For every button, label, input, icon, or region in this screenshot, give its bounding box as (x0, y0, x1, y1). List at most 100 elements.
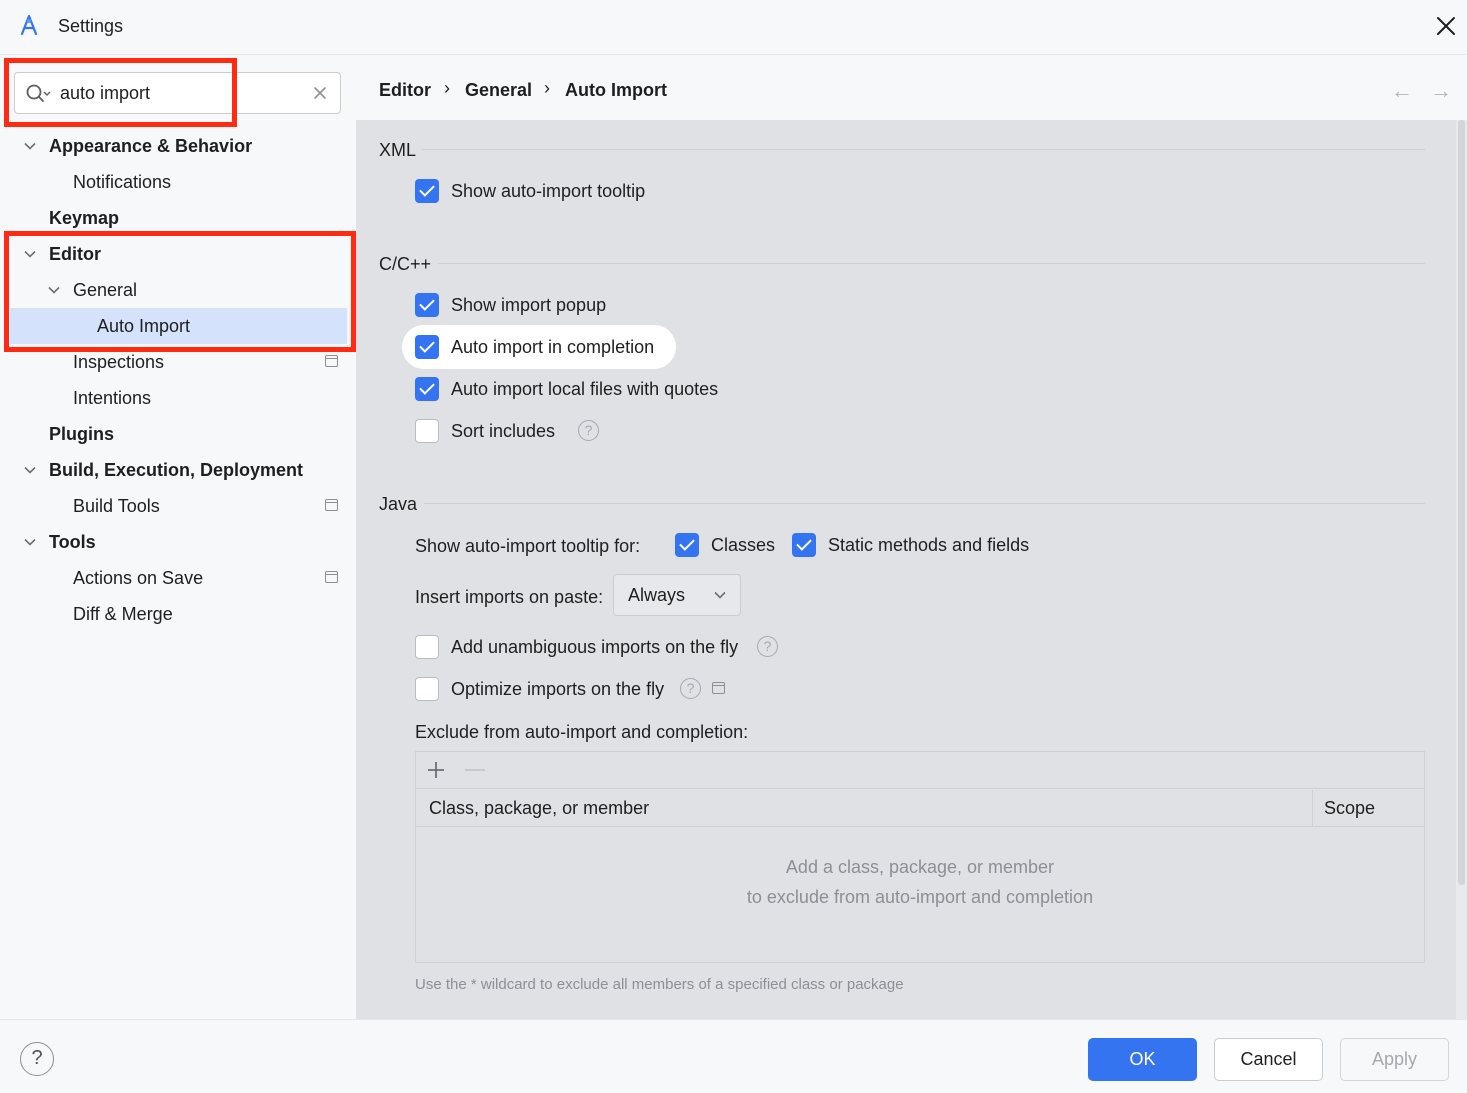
empty-table-text: Add a class, package, or member (785, 857, 1055, 877)
checkbox-unchecked[interactable] (415, 635, 439, 659)
help-icon[interactable]: ? (578, 420, 599, 441)
sidebar-item-editor[interactable]: Editor (0, 236, 355, 272)
chevron-down-icon[interactable] (23, 247, 37, 261)
chevron-down-icon[interactable] (23, 535, 37, 549)
settings-search[interactable] (14, 72, 341, 114)
column-header-class[interactable]: Class, package, or member (429, 798, 649, 819)
add-icon[interactable] (426, 760, 446, 780)
sidebar-item-label: Build Tools (73, 496, 160, 516)
breadcrumb: Editor › General › Auto Import ← → (356, 56, 1467, 120)
chevron-down-icon[interactable] (23, 139, 37, 153)
window-title: Settings (58, 16, 124, 36)
sidebar-item-plugins[interactable]: Plugins (0, 416, 355, 452)
sidebar-item-label: Keymap (49, 208, 120, 228)
option-label: Auto import in completion (451, 337, 655, 357)
sidebar-item-label: Tools (49, 532, 96, 552)
section-title-cpp: C/C++ (379, 254, 432, 274)
breadcrumb-separator: › (444, 78, 450, 98)
apply-button[interactable]: Apply (1340, 1038, 1449, 1081)
sidebar-item-actions-on-save[interactable]: Actions on Save (0, 560, 355, 596)
breadcrumb-general[interactable]: General (465, 80, 532, 101)
java-tooltip-for-label: Show auto-import tooltip for: (415, 536, 641, 556)
sidebar-item-keymap[interactable]: Keymap (0, 200, 355, 236)
sidebar-item-intentions[interactable]: Intentions (0, 380, 355, 416)
option-label: Show auto-import tooltip (451, 181, 646, 201)
android-studio-icon (20, 14, 38, 36)
section-divider (424, 503, 1425, 504)
search-input[interactable] (60, 80, 290, 107)
help-icon[interactable]: ? (680, 678, 701, 699)
sidebar-item-label: Auto Import (97, 316, 191, 336)
option-label: Static methods and fields (828, 535, 1030, 555)
sidebar-item-diff-merge[interactable]: Diff & Merge (0, 596, 355, 632)
sidebar-item-build-tools[interactable]: Build Tools (0, 488, 355, 524)
chevron-down-icon[interactable] (47, 283, 61, 297)
title-bar: Settings (0, 0, 1467, 55)
sidebar-item-label: Build, Execution, Deployment (49, 460, 304, 480)
chevron-down-icon (714, 591, 726, 599)
checkbox-checked[interactable] (792, 533, 816, 557)
remove-icon (465, 769, 485, 771)
close-icon[interactable] (1433, 13, 1459, 39)
checkbox-unchecked[interactable] (415, 419, 439, 443)
checkbox-unchecked[interactable] (415, 677, 439, 701)
sidebar-item-auto-import[interactable]: Auto Import (10, 308, 347, 344)
project-scope-icon (325, 355, 338, 367)
section-title-xml: XML (379, 140, 417, 160)
breadcrumb-separator: › (544, 78, 550, 98)
ok-button[interactable]: OK (1088, 1038, 1197, 1081)
scrollbar-thumb[interactable] (1458, 120, 1465, 885)
cancel-button[interactable]: Cancel (1214, 1038, 1323, 1081)
sidebar-item-notifications[interactable]: Notifications (0, 164, 355, 200)
section-divider (422, 149, 1425, 150)
empty-table-text: to exclude from auto-import and completi… (746, 887, 1094, 907)
checkbox-checked[interactable] (675, 533, 699, 557)
sidebar-item-label: Intentions (73, 388, 152, 408)
option-label: Add unambiguous imports on the fly (451, 637, 739, 657)
dialog-footer: ? OK Cancel Apply (0, 1019, 1467, 1093)
option-label: Optimize imports on the fly (451, 679, 665, 699)
project-scope-icon (325, 571, 338, 583)
search-icon[interactable] (25, 82, 51, 106)
help-icon[interactable]: ? (757, 636, 778, 657)
sidebar-item-label: Actions on Save (73, 568, 204, 588)
column-header-scope[interactable]: Scope (1324, 798, 1375, 819)
option-label: Classes (711, 535, 776, 555)
sidebar-item-label: Plugins (49, 424, 115, 444)
checkbox-checked[interactable] (415, 335, 439, 359)
sidebar-item-tools[interactable]: Tools (0, 524, 355, 560)
insert-on-paste-label: Insert imports on paste: (415, 587, 604, 607)
sidebar-item-label: Appearance & Behavior (49, 136, 253, 156)
breadcrumb-editor[interactable]: Editor (379, 80, 431, 101)
dropdown-value: Always (628, 585, 686, 605)
wildcard-hint: Use the * wildcard to exclude all member… (415, 976, 904, 993)
section-divider (438, 263, 1425, 264)
column-divider[interactable] (1312, 790, 1313, 827)
sidebar-item-label: Inspections (73, 352, 165, 372)
sidebar-item-label: Notifications (73, 172, 172, 192)
checkbox-checked[interactable] (415, 377, 439, 401)
sidebar-item-label: Editor (49, 244, 101, 264)
insert-on-paste-dropdown[interactable]: Always (613, 574, 741, 616)
option-label: Auto import local files with quotes (451, 379, 719, 399)
table-header: Class, package, or member Scope (416, 790, 1424, 827)
exclude-table: Class, package, or member Scope Add a cl… (415, 751, 1425, 963)
content-scrollbar[interactable] (1456, 120, 1467, 1019)
sidebar-item-general[interactable]: General (0, 272, 355, 308)
settings-sidebar: Appearance & Behavior Notifications Keym… (0, 56, 355, 1019)
back-arrow-icon[interactable]: ← (1391, 80, 1413, 102)
chevron-down-icon[interactable] (23, 463, 37, 477)
sidebar-item-appearance-behavior[interactable]: Appearance & Behavior (0, 128, 355, 164)
sidebar-item-inspections[interactable]: Inspections (0, 344, 355, 380)
clear-search-icon[interactable] (311, 84, 329, 102)
sidebar-item-label: Diff & Merge (73, 604, 173, 624)
project-scope-icon (325, 499, 338, 511)
help-button[interactable]: ? (20, 1042, 54, 1076)
option-label: Sort includes (451, 421, 556, 441)
section-title-java: Java (379, 494, 418, 514)
sidebar-item-build-execution-deployment[interactable]: Build, Execution, Deployment (0, 452, 355, 488)
checkbox-checked[interactable] (415, 293, 439, 317)
checkbox-checked[interactable] (415, 179, 439, 203)
table-toolbar (416, 752, 1424, 789)
forward-arrow-icon[interactable]: → (1430, 80, 1452, 102)
